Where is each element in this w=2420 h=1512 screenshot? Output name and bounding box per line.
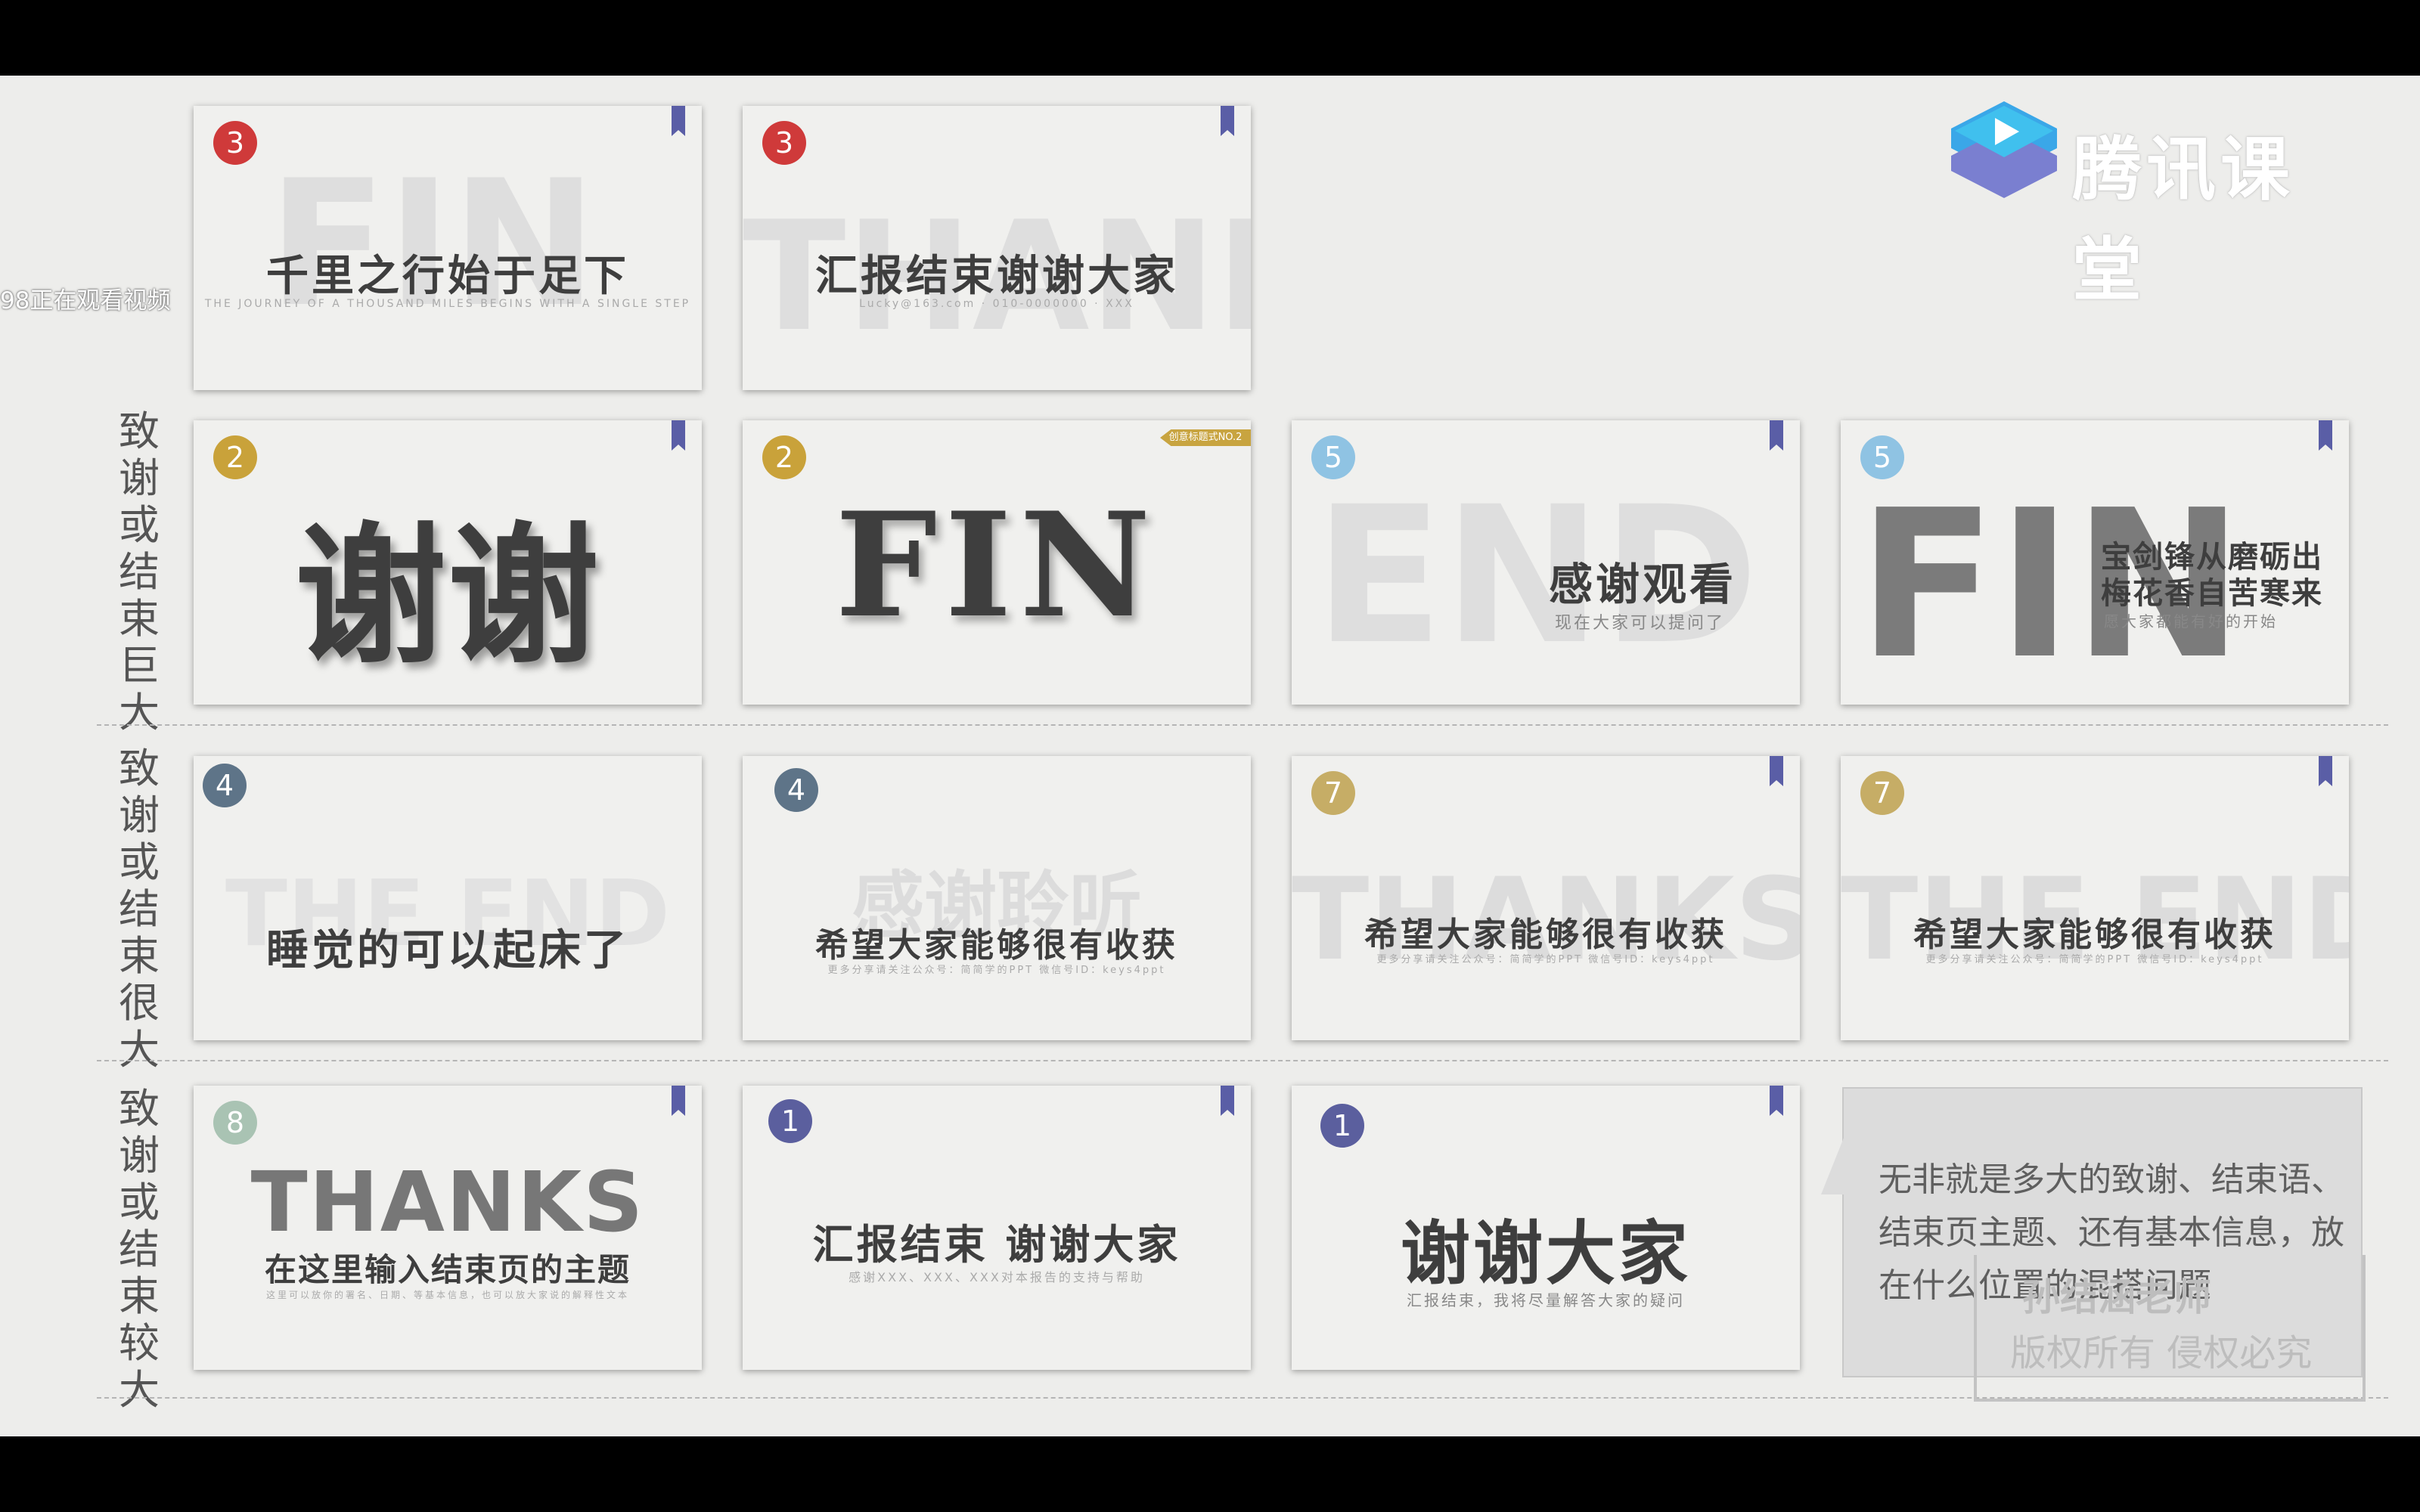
- row-label-huge: 致谢或结束巨大: [119, 407, 160, 736]
- brand-name: 腾讯课堂: [2072, 129, 2295, 311]
- slide-title: FIN: [835, 481, 1159, 649]
- number-badge: 3: [762, 121, 806, 165]
- slide-subtitle: 这里可以放你的署名、日期、等基本信息，也可以放大家说的解释性文本: [265, 1290, 629, 1300]
- bookmark-icon: [672, 420, 685, 451]
- bookmark-icon: [1221, 106, 1234, 136]
- slide-title: 千里之行始于足下: [266, 251, 629, 301]
- slide-card[interactable]: 1 谢谢大家 汇报结束，我将尽量解答大家的疑问: [1292, 1086, 1800, 1370]
- row-divider: [97, 1060, 2388, 1061]
- slide-card[interactable]: 5 END 感谢观看 现在大家可以提问了: [1292, 420, 1800, 705]
- slide-card[interactable]: 8 THANKS 在这里输入结束页的主题 这里可以放你的署名、日期、等基本信息，…: [194, 1086, 702, 1370]
- slide-title: 梅花香自苦寒来: [2101, 575, 2323, 611]
- bookmark-icon: [2319, 756, 2332, 786]
- slide-subtitle: THE JOURNEY OF A THOUSAND MILES BEGINS W…: [204, 298, 691, 310]
- number-badge: 1: [768, 1099, 812, 1143]
- number-badge: 4: [774, 768, 818, 812]
- slide-subtitle: 更多分享请关注公众号：简简学的PPT 微信号ID：keys4ppt: [1376, 954, 1715, 965]
- slide-subtitle: Lucky@163.com · 010-0000000 · XXX: [859, 298, 1134, 310]
- bookmark-icon: [1770, 420, 1783, 451]
- slide-card[interactable]: 4 THE END 睡觉的可以起床了: [194, 756, 702, 1040]
- slide-title: 希望大家能够很有收获: [815, 926, 1178, 965]
- watermark-author: 孙结涵老师: [2022, 1275, 2211, 1319]
- slide-card[interactable]: 创意标题式NO.2 2 FIN: [743, 420, 1251, 705]
- slide-title: 汇报结束谢谢大家: [815, 251, 1178, 301]
- bookmark-icon: [2319, 420, 2332, 451]
- background-word: THANKS: [250, 1154, 645, 1250]
- slide-subtitle: 更多分享请关注公众号：简简学的PPT 微信号ID：keys4ppt: [1925, 954, 2264, 965]
- bookmark-icon: [672, 106, 685, 136]
- copyright-watermark: 孙结涵老师 版权所有 侵权必究: [1974, 1255, 2366, 1402]
- row-label-medium: 致谢或结束较大: [119, 1085, 160, 1414]
- style-tag: 创意标题式NO.2: [1160, 429, 1251, 446]
- viewer-count-text: 98正在观看视频: [0, 287, 171, 314]
- bookmark-icon: [1770, 1086, 1783, 1116]
- presentation-screen: 98正在观看视频 腾讯课堂 致谢或结束巨大 致谢或结束很大 致谢或结束较大 3 …: [0, 76, 2420, 1436]
- row-divider: [97, 724, 2388, 726]
- slide-title: 睡觉的可以起床了: [266, 925, 629, 975]
- slide-subtitle: 汇报结束，我将尽量解答大家的疑问: [1407, 1291, 1685, 1309]
- watermark-copyright: 版权所有 侵权必究: [2010, 1332, 2313, 1374]
- slide-title: 谢谢: [294, 507, 600, 685]
- number-badge: 2: [762, 435, 806, 479]
- slide-subtitle: 现在大家可以提问了: [1555, 614, 1726, 633]
- number-badge: 4: [203, 764, 247, 807]
- slide-card[interactable]: 7 THANKS 希望大家能够很有收获 更多分享请关注公众号：简简学的PPT 微…: [1292, 756, 1800, 1040]
- bookmark-icon: [1221, 1086, 1234, 1116]
- slide-card[interactable]: 4 感谢聆听 希望大家能够很有收获 更多分享请关注公众号：简简学的PPT 微信号…: [743, 756, 1251, 1040]
- number-badge: 1: [1320, 1104, 1364, 1148]
- slide-card[interactable]: 3 THANKS 汇报结束谢谢大家 Lucky@163.com · 010-00…: [743, 106, 1251, 390]
- slide-title: 希望大家能够很有收获: [1913, 916, 2276, 954]
- slide-subtitle: 更多分享请关注公众号：简简学的PPT 微信号ID：keys4ppt: [827, 965, 1166, 976]
- slide-title: 汇报结束 谢谢大家: [812, 1220, 1181, 1269]
- number-badge: 8: [213, 1101, 257, 1145]
- number-badge: 7: [1311, 771, 1355, 815]
- slide-card[interactable]: 2 谢谢: [194, 420, 702, 705]
- brand-logo: 腾讯课堂: [1944, 98, 2352, 311]
- bookmark-icon: [1770, 756, 1783, 786]
- slide-title: 希望大家能够很有收获: [1364, 916, 1727, 954]
- slide-card[interactable]: 7 THE END 希望大家能够很有收获 更多分享请关注公众号：简简学的PPT …: [1841, 756, 2349, 1040]
- slide-subtitle: 感谢XXX、XXX、XXX对本报告的支持与帮助: [849, 1270, 1145, 1284]
- play-cube-icon: [1951, 101, 2057, 198]
- slide-title: 在这里输入结束页的主题: [264, 1251, 631, 1288]
- slide-title: 感谢观看: [1549, 559, 1737, 610]
- bookmark-icon: [672, 1086, 685, 1116]
- slide-title: 谢谢大家: [1400, 1213, 1691, 1294]
- slide-subtitle: 愿大家都能有好的开始: [2104, 612, 2278, 631]
- row-label-large: 致谢或结束很大: [119, 745, 160, 1074]
- number-badge: 7: [1860, 771, 1904, 815]
- slide-card[interactable]: 3 FIN 千里之行始于足下 THE JOURNEY OF A THOUSAND…: [194, 106, 702, 390]
- callout-tail: [1821, 1134, 1845, 1194]
- slide-card[interactable]: 5 FIN 宝剑锋从磨砺出 梅花香自苦寒来 愿大家都能有好的开始: [1841, 420, 2349, 705]
- slide-card[interactable]: 1 汇报结束 谢谢大家 感谢XXX、XXX、XXX对本报告的支持与帮助: [743, 1086, 1251, 1370]
